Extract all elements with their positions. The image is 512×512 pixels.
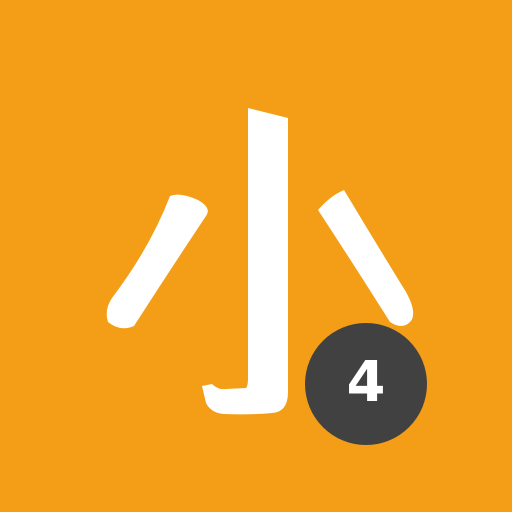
kanji-glyph: 小 <box>0 0 512 512</box>
kanji-vertical-stroke <box>202 108 288 415</box>
app-icon[interactable]: 小 4 <box>0 0 512 512</box>
badge-count: 4 <box>346 350 386 415</box>
kanji-left-stroke <box>106 194 208 329</box>
notification-badge: 4 <box>305 323 427 445</box>
kanji-glyph-shape <box>106 108 414 415</box>
kanji-right-stroke <box>318 190 414 326</box>
